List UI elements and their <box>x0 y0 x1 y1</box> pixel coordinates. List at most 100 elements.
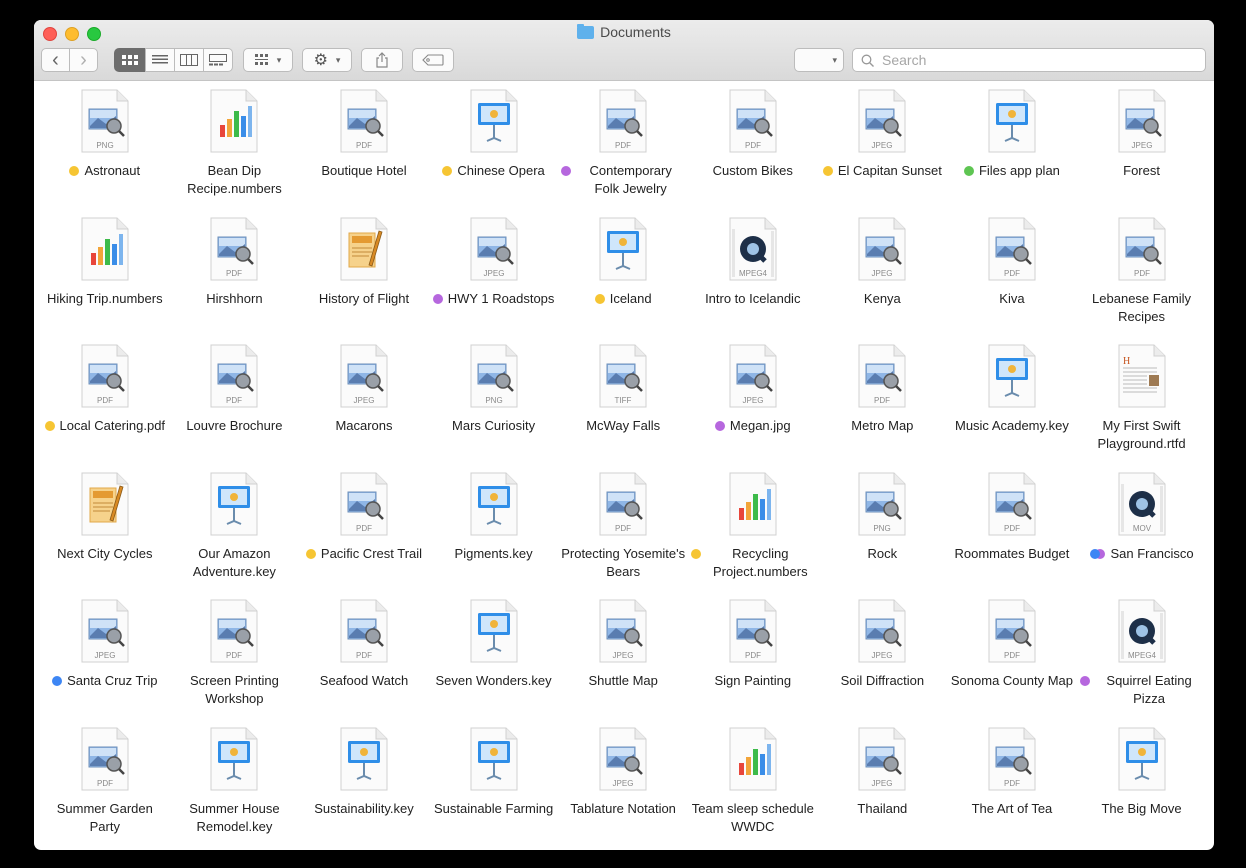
file-item[interactable]: Sustainability.key <box>299 719 429 847</box>
forward-button[interactable]: › <box>69 48 98 72</box>
file-item[interactable]: PDF Roommates Budget <box>947 464 1077 592</box>
file-name: Roommates Budget <box>954 545 1070 561</box>
file-item[interactable]: JPEG Forest <box>1077 81 1207 209</box>
file-name: San Francisco <box>1110 545 1194 561</box>
file-name: Forest <box>1123 163 1160 178</box>
image-document-icon: PDF <box>728 89 778 153</box>
file-item[interactable]: PDF Contemporary Folk Jewelry <box>558 81 688 209</box>
file-label: Boutique Hotel <box>302 162 426 180</box>
file-item[interactable]: TIFF McWay Falls <box>558 336 688 464</box>
column-view-button[interactable] <box>174 48 204 72</box>
file-item[interactable]: PDF Hirshhorn <box>170 209 300 337</box>
video-document-icon: MOV <box>1117 472 1167 536</box>
svg-text:PDF: PDF <box>226 651 242 660</box>
svg-text:JPEG: JPEG <box>1131 141 1152 150</box>
numbers-document-icon <box>728 472 778 536</box>
file-item[interactable]: JPEG HWY 1 Roadstops <box>429 209 559 337</box>
svg-text:PNG: PNG <box>96 141 113 150</box>
file-label: Local Catering.pdf <box>43 417 167 435</box>
image-document-icon: PDF <box>987 217 1037 281</box>
file-item[interactable]: Seven Wonders.key <box>429 591 559 719</box>
file-name: Louvre Brochure <box>186 418 283 433</box>
file-item[interactable]: JPEG Kenya <box>818 209 948 337</box>
file-item[interactable]: History of Flight <box>299 209 429 337</box>
file-item[interactable]: PDF The Art of Tea <box>947 719 1077 847</box>
file-label: Contemporary Folk Jewelry <box>561 162 685 198</box>
file-item[interactable]: PDF Local Catering.pdf <box>40 336 170 464</box>
gallery-view-button[interactable] <box>203 48 233 72</box>
file-item[interactable]: JPEG Megan.jpg <box>688 336 818 464</box>
group-by-button[interactable]: ▾ <box>243 48 293 72</box>
file-item[interactable]: JPEG El Capitan Sunset <box>818 81 948 209</box>
file-item[interactable]: Chinese Opera <box>429 81 559 209</box>
image-document-icon: PDF <box>339 89 389 153</box>
svg-text:JPEG: JPEG <box>94 651 115 660</box>
keynote-document-icon <box>339 727 389 791</box>
file-item[interactable]: JPEG Thailand <box>818 719 948 847</box>
file-name: History of Flight <box>318 290 410 306</box>
file-item[interactable]: PDF Seafood Watch <box>299 591 429 719</box>
file-name: Recycling Project.numbers <box>712 545 808 579</box>
file-item[interactable]: PDF Sonoma County Map <box>947 591 1077 719</box>
file-label: HWY 1 Roadstops <box>432 290 556 308</box>
file-item[interactable]: Next City Cycles <box>40 464 170 592</box>
icon-view-button[interactable] <box>114 48 146 72</box>
rtfd-document-icon: H <box>1117 344 1167 408</box>
file-item[interactable]: JPEG Macarons <box>299 336 429 464</box>
file-item[interactable]: Hiking Trip.numbers <box>40 209 170 337</box>
finder-window: Documents ‹ › ▾ ⚙ ▾ ▾ Search PNG Astrona… <box>34 20 1214 850</box>
list-view-button[interactable] <box>145 48 175 72</box>
file-item[interactable]: PDF Pacific Crest Trail <box>299 464 429 592</box>
search-field[interactable] <box>852 48 1206 72</box>
file-item[interactable]: JPEG Tablature Notation <box>558 719 688 847</box>
file-name: Music Academy.key <box>954 418 1069 433</box>
file-item[interactable]: MOV San Francisco <box>1077 464 1207 592</box>
file-item[interactable]: Sustainable Farming <box>429 719 559 847</box>
search-input[interactable] <box>880 51 1184 69</box>
image-document-icon: JPEG <box>339 344 389 408</box>
file-item[interactable]: Bean Dip Recipe.numbers <box>170 81 300 209</box>
file-name: El Capitan Sunset <box>837 163 942 178</box>
file-item[interactable]: JPEG Shuttle Map <box>558 591 688 719</box>
group-grid-icon <box>254 54 268 65</box>
file-label: Chinese Opera <box>432 162 556 180</box>
file-item[interactable]: MPEG4 Squirrel Eating Pizza <box>1077 591 1207 719</box>
chevron-left-icon: ‹ <box>52 48 59 71</box>
file-item[interactable]: Team sleep schedule WWDC <box>688 719 818 847</box>
file-item[interactable]: Our Amazon Adventure.key <box>170 464 300 592</box>
file-item[interactable]: JPEG Soil Diffraction <box>818 591 948 719</box>
file-item[interactable]: PNG Rock <box>818 464 948 592</box>
file-item[interactable]: Music Academy.key <box>947 336 1077 464</box>
file-item[interactable]: PDF Metro Map <box>818 336 948 464</box>
file-item[interactable]: Files app plan <box>947 81 1077 209</box>
file-item[interactable]: Summer House Remodel.key <box>170 719 300 847</box>
file-item[interactable]: JPEG Santa Cruz Trip <box>40 591 170 719</box>
file-item[interactable]: Recycling Project.numbers <box>688 464 818 592</box>
file-item[interactable]: MPEG4 Intro to Icelandic <box>688 209 818 337</box>
back-button[interactable]: ‹ <box>41 48 70 72</box>
file-item[interactable]: PDF Boutique Hotel <box>299 81 429 209</box>
file-name: Santa Cruz Trip <box>67 673 158 688</box>
file-item[interactable]: PDF Lebanese Family Recipes <box>1077 209 1207 337</box>
file-item[interactable]: PDF Sign Painting <box>688 591 818 719</box>
file-name: Contemporary Folk Jewelry <box>589 163 672 196</box>
file-item[interactable]: PDF Custom Bikes <box>688 81 818 209</box>
share-button[interactable] <box>361 48 403 72</box>
file-item[interactable]: The Big Move <box>1077 719 1207 847</box>
file-item[interactable]: Pigments.key <box>429 464 559 592</box>
file-item[interactable]: H My First Swift Playground.rtfd <box>1077 336 1207 464</box>
action-menu-button[interactable]: ⚙ ▾ <box>302 48 352 72</box>
file-item[interactable]: PNG Astronaut <box>40 81 170 209</box>
window-title: Documents <box>34 23 1214 40</box>
file-label: Shuttle Map <box>561 672 685 690</box>
file-item[interactable]: PDF Kiva <box>947 209 1077 337</box>
file-item[interactable]: PDF Protecting Yosemite's Bears <box>558 464 688 592</box>
path-popup-button[interactable]: ▾ <box>794 48 844 72</box>
file-item[interactable]: Iceland <box>558 209 688 337</box>
file-item[interactable]: PNG Mars Curiosity <box>429 336 559 464</box>
file-item[interactable]: PDF Summer Garden Party <box>40 719 170 847</box>
file-item[interactable]: PDF Louvre Brochure <box>170 336 300 464</box>
gallery-view-icon <box>209 54 227 66</box>
edit-tags-button[interactable] <box>412 48 454 72</box>
file-item[interactable]: PDF Screen Printing Workshop <box>170 591 300 719</box>
